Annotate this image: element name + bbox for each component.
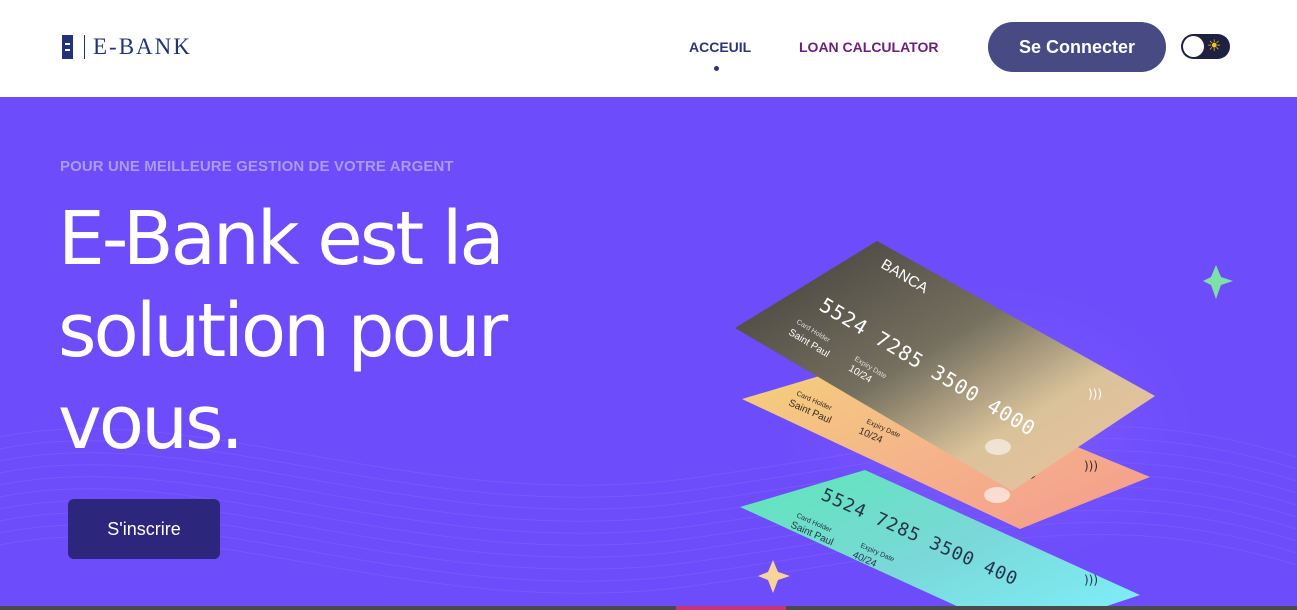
nav-link-accueil[interactable]: ACCEUIL bbox=[689, 39, 751, 55]
bottom-strip bbox=[0, 606, 1297, 610]
connect-button[interactable]: Se Connecter bbox=[988, 22, 1166, 72]
contactless-icon: ))) bbox=[1084, 573, 1098, 587]
hero-section: POUR UNE MEILLEURE GESTION DE VOTRE ARGE… bbox=[0, 97, 1297, 610]
toggle-knob bbox=[1183, 36, 1204, 57]
credit-cards-illustration: 5524 7285 3500 400 Card Holder Saint Pau… bbox=[730, 241, 1250, 610]
star-yellow-icon bbox=[758, 560, 790, 593]
theme-toggle[interactable]: ☀ bbox=[1181, 34, 1230, 59]
headline-text-2: solution pour bbox=[58, 288, 508, 374]
logo-text: E-BANK bbox=[93, 34, 192, 59]
logo[interactable]: E-BANK bbox=[62, 34, 192, 60]
logo-divider bbox=[84, 35, 85, 59]
headline-text-3: vous. bbox=[58, 380, 244, 466]
top-navbar: E-BANK ACCEUIL LOAN CALCULATOR Se Connec… bbox=[0, 0, 1297, 97]
sun-icon: ☀ bbox=[1207, 38, 1222, 55]
contactless-icon: ))) bbox=[1084, 459, 1098, 473]
headline-brand: E-Bank bbox=[58, 193, 300, 285]
logo-mark-icon bbox=[62, 35, 76, 59]
nav-link-loan-calculator[interactable]: LOAN CALCULATOR bbox=[799, 39, 938, 55]
contactless-icon: ))) bbox=[1088, 387, 1102, 401]
headline-text-1: est la bbox=[296, 196, 505, 282]
active-nav-indicator bbox=[714, 66, 719, 71]
hero-headline: E-Bank est la solution pour vous. bbox=[58, 193, 618, 469]
signup-button[interactable]: S'inscrire bbox=[68, 499, 220, 559]
star-green-icon bbox=[1203, 265, 1233, 299]
hero-eyebrow: POUR UNE MEILLEURE GESTION DE VOTRE ARGE… bbox=[60, 158, 454, 175]
card-chip bbox=[984, 487, 1010, 503]
card-chip bbox=[985, 439, 1011, 455]
